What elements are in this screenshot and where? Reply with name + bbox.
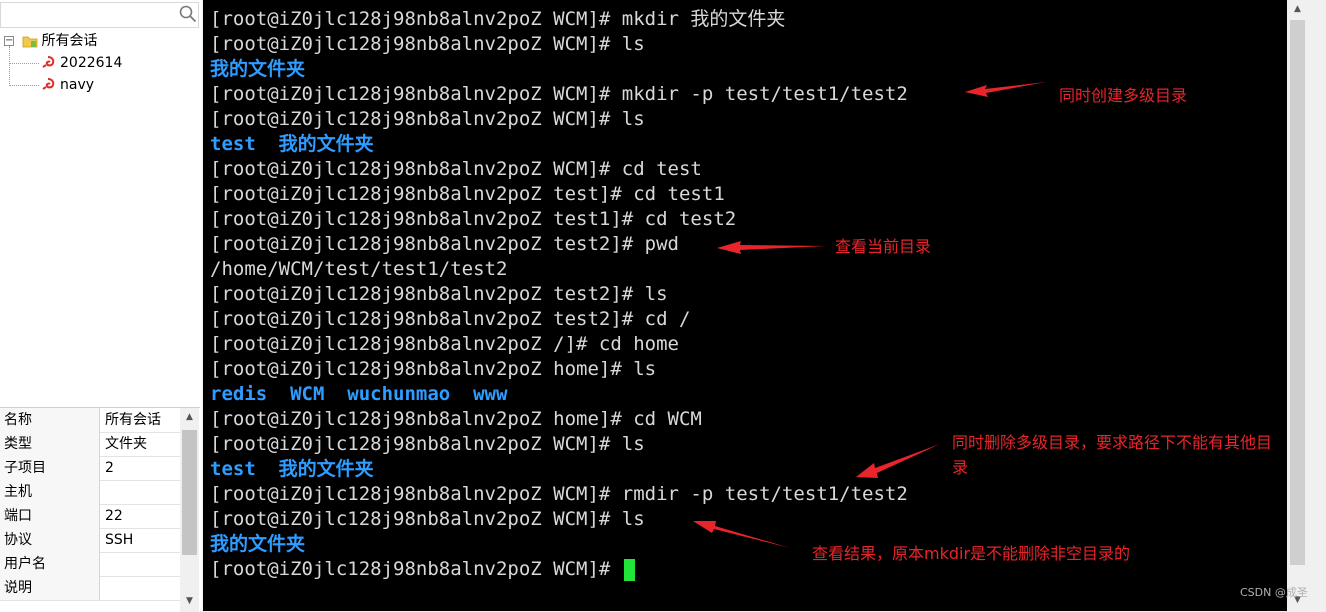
terminal-line-text: [root@iZ0jlc128j98nb8alnv2poZ WCM]# cd t…: [210, 158, 702, 180]
terminal-line-text: [root@iZ0jlc128j98nb8alnv2poZ /]# cd hom…: [210, 333, 679, 355]
terminal-line-text: redis WCM wuchunmao www: [210, 383, 508, 405]
terminal-line: [root@iZ0jlc128j98nb8alnv2poZ WCM]# mkdi…: [210, 7, 908, 32]
property-row: 协议 SSH: [0, 528, 180, 553]
property-value: [101, 576, 180, 600]
terminal-line: [root@iZ0jlc128j98nb8alnv2poZ WCM]#: [210, 557, 908, 582]
terminal-line-text: [root@iZ0jlc128j98nb8alnv2poZ WCM]# ls: [210, 433, 645, 455]
terminal-cursor: [623, 558, 635, 581]
property-row: 用户名: [0, 552, 180, 577]
terminal-listing-line: 我的文件夹: [210, 532, 908, 557]
session-label: navy: [60, 77, 95, 93]
terminal-line-text: [root@iZ0jlc128j98nb8alnv2poZ test]# cd …: [210, 183, 725, 205]
tree-root-label: 所有会话: [41, 33, 98, 49]
tree-root-all-sessions[interactable]: − 所有会话: [4, 30, 97, 52]
property-key: 协议: [0, 528, 100, 552]
terminal-line-text: /home/WCM/test/test1/test2: [210, 258, 508, 280]
property-row: 主机: [0, 480, 180, 505]
session-icon: [42, 56, 55, 68]
property-value: 22: [105, 508, 123, 524]
terminal-line: [root@iZ0jlc128j98nb8alnv2poZ WCM]# rmdi…: [210, 482, 908, 507]
property-key: 子项目: [0, 456, 100, 480]
property-row: 说明: [0, 576, 180, 601]
property-row: 端口 22: [0, 504, 180, 529]
property-key: 主机: [0, 480, 100, 504]
property-key: 类型: [0, 432, 100, 456]
terminal-listing-line: redis WCM wuchunmao www: [210, 382, 908, 407]
terminal-scrollbar[interactable]: ▲ ▼: [1287, 0, 1308, 611]
property-value: 2: [105, 460, 114, 476]
terminal-line: [root@iZ0jlc128j98nb8alnv2poZ test2]# ls: [210, 282, 908, 307]
session-item[interactable]: navy: [40, 74, 94, 96]
terminal-line: [root@iZ0jlc128j98nb8alnv2poZ home]# cd …: [210, 407, 908, 432]
terminal-line-text: [root@iZ0jlc128j98nb8alnv2poZ WCM]# mkdi…: [210, 83, 908, 105]
terminal-line: [root@iZ0jlc128j98nb8alnv2poZ WCM]# mkdi…: [210, 82, 908, 107]
terminal-line: [root@iZ0jlc128j98nb8alnv2poZ test2]# cd…: [210, 307, 908, 332]
terminal-line-text: [root@iZ0jlc128j98nb8alnv2poZ test2]# pw…: [210, 233, 679, 255]
session-icon: [42, 78, 55, 90]
property-value: [101, 480, 180, 504]
property-value: SSH: [105, 532, 134, 548]
properties-scroll-thumb[interactable]: [182, 430, 197, 555]
terminal-line: [root@iZ0jlc128j98nb8alnv2poZ WCM]# ls: [210, 507, 908, 532]
property-key: 说明: [0, 576, 100, 600]
terminal-line-text: [root@iZ0jlc128j98nb8alnv2poZ WCM]# ls: [210, 508, 645, 530]
terminal-scroll-thumb[interactable]: [1290, 20, 1305, 565]
terminal-line-text: [root@iZ0jlc128j98nb8alnv2poZ WCM]# rmdi…: [210, 483, 908, 505]
terminal-line-text: [root@iZ0jlc128j98nb8alnv2poZ WCM]# ls: [210, 108, 645, 130]
terminal-line: [root@iZ0jlc128j98nb8alnv2poZ test2]# pw…: [210, 232, 908, 257]
terminal-line: [root@iZ0jlc128j98nb8alnv2poZ WCM]# ls: [210, 107, 908, 132]
annotation-mkdir-p: 同时创建多级目录: [1059, 86, 1188, 105]
terminal-line: [root@iZ0jlc128j98nb8alnv2poZ WCM]# ls: [210, 32, 908, 57]
property-value: 所有会话: [105, 412, 161, 428]
terminal-line: [root@iZ0jlc128j98nb8alnv2poZ test1]# cd…: [210, 207, 908, 232]
terminal-line-text: [root@iZ0jlc128j98nb8alnv2poZ WCM]# ls: [210, 33, 645, 55]
terminal-listing-line: test 我的文件夹: [210, 132, 908, 157]
terminal-line-text: [root@iZ0jlc128j98nb8alnv2poZ test2]# ls: [210, 283, 668, 305]
annotation-pwd: 查看当前目录: [835, 237, 932, 256]
terminal-listing-line: test 我的文件夹: [210, 457, 908, 482]
properties-scrollbar[interactable]: ▲ ▼: [180, 408, 199, 612]
collapse-icon[interactable]: −: [4, 36, 14, 46]
terminal-line-text: test 我的文件夹: [210, 458, 374, 480]
terminal-line-text: [root@iZ0jlc128j98nb8alnv2poZ WCM]# mkdi…: [210, 8, 786, 30]
property-row: 子项目 2: [0, 456, 180, 481]
search-icon[interactable]: [179, 5, 197, 23]
terminal-line: [root@iZ0jlc128j98nb8alnv2poZ WCM]# cd t…: [210, 157, 908, 182]
session-item[interactable]: 2022614: [40, 52, 122, 74]
terminal-line-text: [root@iZ0jlc128j98nb8alnv2poZ home]# cd …: [210, 408, 702, 430]
property-row: 名称 所有会话: [0, 408, 180, 433]
terminal-line-text: [root@iZ0jlc128j98nb8alnv2poZ test2]# cd…: [210, 308, 691, 330]
property-key: 端口: [0, 504, 100, 528]
terminal-lines: [root@iZ0jlc128j98nb8alnv2poZ WCM]# mkdi…: [210, 7, 908, 582]
annotation-result: 查看结果，原本mkdir是不能删除非空目录的: [812, 544, 1131, 563]
terminal-listing-line: 我的文件夹: [210, 57, 908, 82]
scroll-up-icon[interactable]: ▲: [180, 408, 199, 426]
folder-icon: [23, 36, 38, 48]
terminal-line: [root@iZ0jlc128j98nb8alnv2poZ home]# ls: [210, 357, 908, 382]
session-sidebar: − 所有会话 2022614 navy 名称 所有会话 类型 文件夹 子项目 2…: [0, 0, 202, 612]
annotation-rmdir-p: 同时删除多级目录，要求路径下不能有其他目: [952, 433, 1273, 452]
scroll-down-icon[interactable]: ▼: [180, 592, 199, 610]
terminal-line-text: test 我的文件夹: [210, 133, 374, 155]
terminal-line-text: [root@iZ0jlc128j98nb8alnv2poZ home]# ls: [210, 358, 657, 380]
property-row: 类型 文件夹: [0, 432, 180, 457]
property-key: 名称: [0, 408, 100, 432]
scroll-up-icon[interactable]: ▲: [1287, 0, 1308, 18]
terminal-line: [root@iZ0jlc128j98nb8alnv2poZ test]# cd …: [210, 182, 908, 207]
session-label: 2022614: [60, 55, 123, 71]
session-search-input[interactable]: [0, 2, 199, 28]
terminal-line: /home/WCM/test/test1/test2: [210, 257, 908, 282]
terminal-line-text: [root@iZ0jlc128j98nb8alnv2poZ WCM]#: [210, 558, 622, 580]
terminal-line-text: 我的文件夹: [210, 58, 306, 80]
properties-panel: 名称 所有会话 类型 文件夹 子项目 2 主机 端口 22 协议 SSH 用户名…: [0, 407, 200, 612]
property-value: 文件夹: [105, 436, 147, 452]
terminal-line-text: 我的文件夹: [210, 533, 306, 555]
annotation-rmdir-p-cont: 录: [952, 458, 969, 477]
property-value: [101, 552, 180, 576]
terminal-line: [root@iZ0jlc128j98nb8alnv2poZ WCM]# ls: [210, 432, 908, 457]
terminal-line: [root@iZ0jlc128j98nb8alnv2poZ /]# cd hom…: [210, 332, 908, 357]
property-key: 用户名: [0, 552, 100, 576]
watermark: CSDN @成圣: [1240, 586, 1308, 599]
terminal-line-text: [root@iZ0jlc128j98nb8alnv2poZ test1]# cd…: [210, 208, 737, 230]
